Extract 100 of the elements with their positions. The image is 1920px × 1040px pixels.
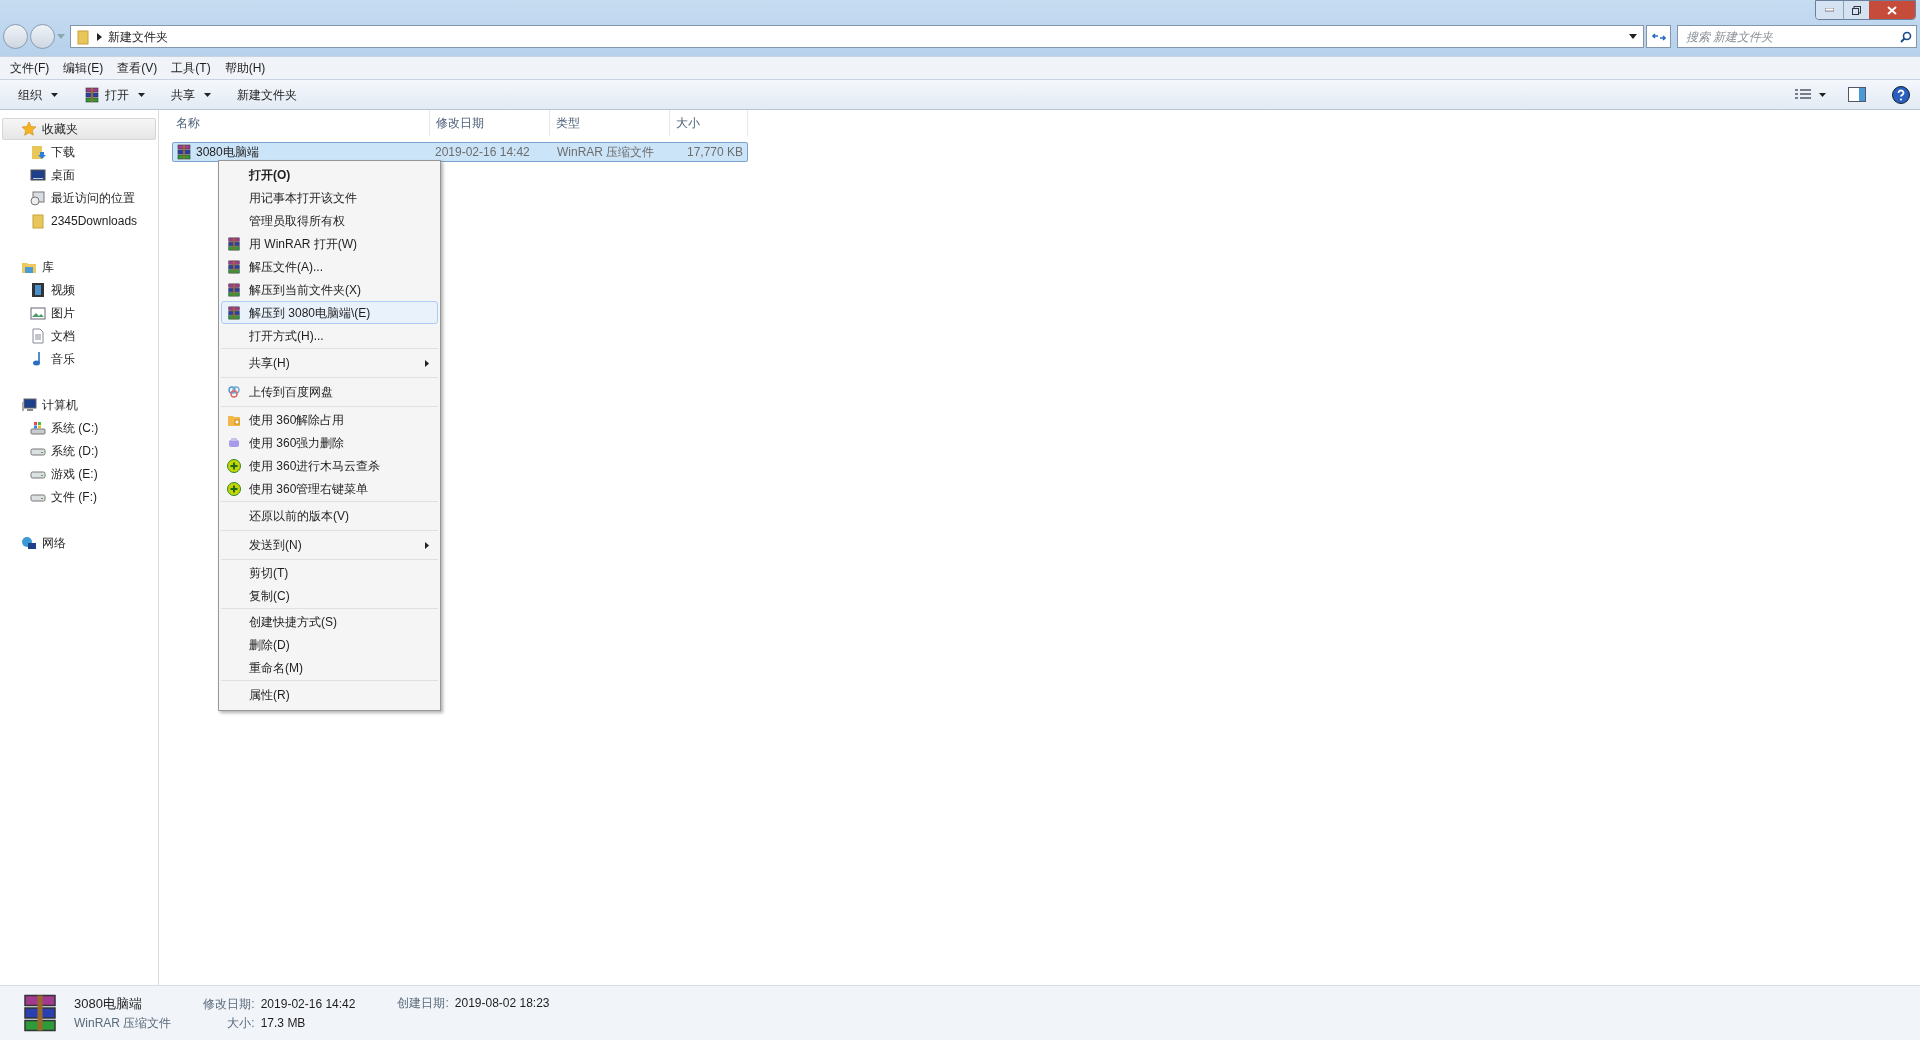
context-menu-item[interactable]: 删除(D) [221,633,438,656]
menu-bar-item[interactable]: 查看(V) [113,59,162,77]
close-icon [1887,5,1897,15]
context-menu-item[interactable]: 复制(C) [221,584,438,607]
size-value: 17.3 MB [260,1014,306,1032]
refresh-button[interactable] [1646,25,1671,48]
menu-item-label: 使用 360管理右键菜单 [248,480,369,498]
close-button[interactable] [1869,1,1915,19]
restore-icon [1852,5,1861,15]
context-menu-item[interactable]: 打开(O) [221,163,438,186]
context-menu-item[interactable]: 使用 360解除占用 [221,408,438,431]
sidebar-item-label: 桌面 [51,166,75,184]
context-menu-item[interactable]: 剪切(T) [221,561,438,584]
context-menu-item[interactable]: 共享(H) [221,350,438,376]
context-menu-item[interactable]: 发送到(N) [221,532,438,558]
sidebar-item-label: 系统 (C:) [51,419,99,437]
sidebar-item[interactable]: 文件 (F:) [2,485,156,508]
sidebar-item-label: 下载 [51,143,75,161]
sidebar-item[interactable]: 游戏 (E:) [2,462,156,485]
context-menu-item[interactable]: 用记事本打开该文件 [221,186,438,209]
menu-item-label: 解压文件(A)... [248,258,323,276]
sidebar-group[interactable]: 计算机 [2,394,156,416]
context-menu-item[interactable]: 打开方式(H)... [221,324,438,347]
picture-icon [30,304,46,321]
preview-pane-icon [1848,87,1866,102]
sidebar-item[interactable]: 视频 [2,278,156,301]
address-field[interactable]: 新建文件夹 [70,25,1644,48]
menu-item-label: 管理员取得所有权 [248,212,345,230]
column-header[interactable]: 类型 [550,110,670,136]
back-button[interactable] [3,24,28,49]
menu-item-label: 用 WinRAR 打开(W) [248,235,357,253]
sidebar-group-label: 网络 [42,535,66,552]
context-menu-item[interactable]: 使用 360进行木马云查杀 [221,454,438,477]
sidebar-item[interactable]: 音乐 [2,347,156,370]
file-name: 3080电脑端 [196,144,259,161]
context-menu-item[interactable]: 还原以前的版本(V) [221,503,438,529]
context-menu-item[interactable]: 解压文件(A)... [221,255,438,278]
sidebar-item[interactable]: 下载 [2,140,156,163]
dropdown-icon [51,92,58,97]
network-icon [21,535,37,551]
sidebar-group[interactable]: 网络 [2,532,156,554]
menu-item-label: 剪切(T) [248,564,289,582]
sidebar-group[interactable]: 收藏夹 [2,118,156,140]
cloud-icon [227,385,241,399]
preview-pane-button[interactable] [1848,87,1866,102]
sidebar-item-label: 音乐 [51,350,75,368]
context-menu-item[interactable]: 重命名(M) [221,656,438,679]
menu-item-label: 打开(O) [248,166,291,184]
context-menu-item[interactable]: 使用 360强力删除 [221,431,438,454]
sidebar-group[interactable]: 库 [2,256,156,278]
context-menu-item[interactable]: 属性(R) [221,682,438,708]
context-menu-item[interactable]: 管理员取得所有权 [221,209,438,232]
menu-item-label: 删除(D) [248,636,290,654]
menu-bar-item[interactable]: 帮助(H) [220,59,270,77]
column-header[interactable]: 大小 [670,110,748,136]
sidebar-item-label: 文档 [51,327,75,345]
restore-button[interactable] [1843,1,1869,19]
menu-item-label: 解压到当前文件夹(X) [248,281,361,299]
forward-button[interactable] [30,24,55,49]
search-field[interactable]: 搜索 新建文件夹 [1677,25,1917,48]
sidebar-item-label: 2345Downloads [51,212,138,230]
context-menu-item[interactable]: 解压到当前文件夹(X) [221,278,438,301]
menu-item-label: 复制(C) [248,587,290,605]
sidebar-item[interactable]: 图片 [2,301,156,324]
context-menu-item[interactable]: 使用 360管理右键菜单 [221,477,438,500]
system-drive-icon [30,419,46,436]
archive-icon [227,305,241,320]
menu-item-label: 使用 360解除占用 [248,411,345,429]
dropdown-icon [1629,34,1637,39]
column-header[interactable]: 名称 [170,110,430,136]
sidebar-item[interactable]: 桌面 [2,163,156,186]
sidebar-item-label: 图片 [51,304,75,322]
help-button[interactable] [1892,85,1910,104]
menu-bar-item[interactable]: 编辑(E) [59,59,108,77]
toolbar-button[interactable]: 新建文件夹 [229,82,305,107]
sidebar-group-label: 库 [42,259,54,276]
sidebar-item[interactable]: 系统 (C:) [2,416,156,439]
toolbar-button[interactable]: 打开 [76,82,153,107]
sidebar-item[interactable]: 最近访问的位置 [2,186,156,209]
sidebar-item[interactable]: 2345Downloads [2,209,156,232]
toolbar-button[interactable]: 组织 [10,82,66,107]
column-header[interactable]: 修改日期 [430,110,550,136]
address-path: 新建文件夹 [108,28,168,46]
context-menu-item[interactable]: 用 WinRAR 打开(W) [221,232,438,255]
file-type: WinRAR 压缩文件 [556,144,656,161]
sidebar-item[interactable]: 文档 [2,324,156,347]
context-menu-item[interactable]: 上传到百度网盘 [221,379,438,405]
menu-item-label: 用记事本打开该文件 [248,189,357,207]
context-menu-item[interactable]: 创建快捷方式(S) [221,610,438,633]
file-row[interactable]: 3080电脑端 2019-02-16 14:42 WinRAR 压缩文件 17,770 KB [172,142,748,162]
created-label: 创建日期: [397,995,449,1012]
star-icon [21,121,37,137]
help-icon [1892,85,1910,104]
context-menu-item[interactable]: 解压到 3080电脑端\(E) [221,301,438,324]
menu-item-label: 属性(R) [248,687,290,704]
toolbar-button[interactable]: 共享 [163,82,219,107]
menu-bar-item[interactable]: 工具(T) [167,59,215,77]
breadcrumb-arrow-icon [97,32,102,41]
menu-bar-item[interactable]: 文件(F) [6,59,54,77]
sidebar-item[interactable]: 系统 (D:) [2,439,156,462]
